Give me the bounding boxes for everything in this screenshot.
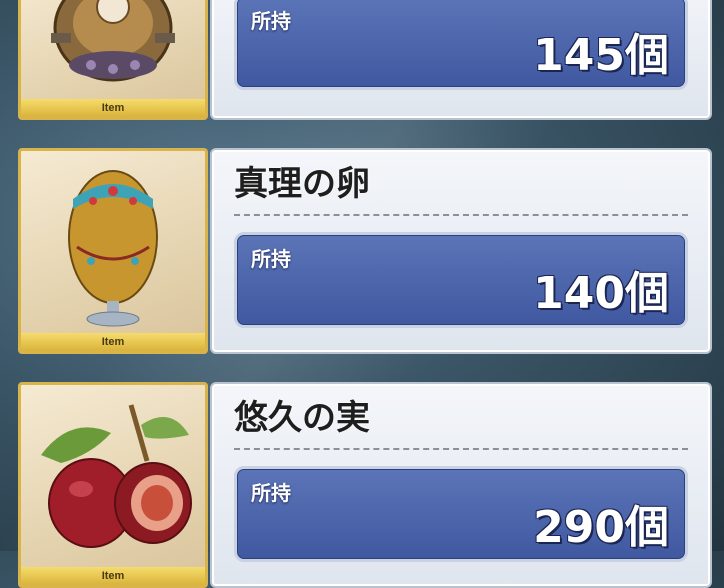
owned-label: 所持 bbox=[251, 247, 291, 271]
item-thumbnail: Item bbox=[18, 382, 208, 588]
owned-count: 140個 bbox=[533, 268, 669, 319]
orb-machine-icon bbox=[51, 0, 175, 82]
item-info-panel: 所持 145個 bbox=[210, 0, 712, 120]
item-badge: Item bbox=[21, 333, 205, 351]
owned-box: 所持 145個 bbox=[234, 0, 688, 90]
owned-label: 所持 bbox=[251, 9, 291, 33]
owned-box: 所持 140個 bbox=[234, 232, 688, 328]
item-thumbnail: Item bbox=[18, 0, 208, 120]
item-info-panel: 悠久の実 所持 290個 bbox=[210, 382, 712, 588]
owned-count: 145個 bbox=[533, 30, 669, 81]
divider bbox=[234, 214, 688, 216]
item-badge: Item bbox=[21, 99, 205, 117]
item-row[interactable]: Item 真理の卵 所持 140個 bbox=[18, 148, 712, 354]
divider bbox=[234, 448, 688, 450]
item-row[interactable]: Item 悠久の実 所持 290個 bbox=[18, 382, 712, 588]
fig-fruit-icon bbox=[41, 404, 192, 548]
owned-label: 所持 bbox=[251, 481, 291, 505]
item-info-panel: 真理の卵 所持 140個 bbox=[210, 148, 712, 354]
item-row[interactable]: Item 所持 145個 bbox=[18, 0, 712, 120]
item-badge: Item bbox=[21, 567, 205, 585]
item-name: 悠久の実 bbox=[234, 398, 370, 438]
owned-count: 290個 bbox=[533, 502, 669, 553]
golden-egg-icon bbox=[68, 170, 158, 327]
owned-box: 所持 290個 bbox=[234, 466, 688, 562]
item-name: 真理の卵 bbox=[234, 164, 370, 204]
item-thumbnail: Item bbox=[18, 148, 208, 354]
